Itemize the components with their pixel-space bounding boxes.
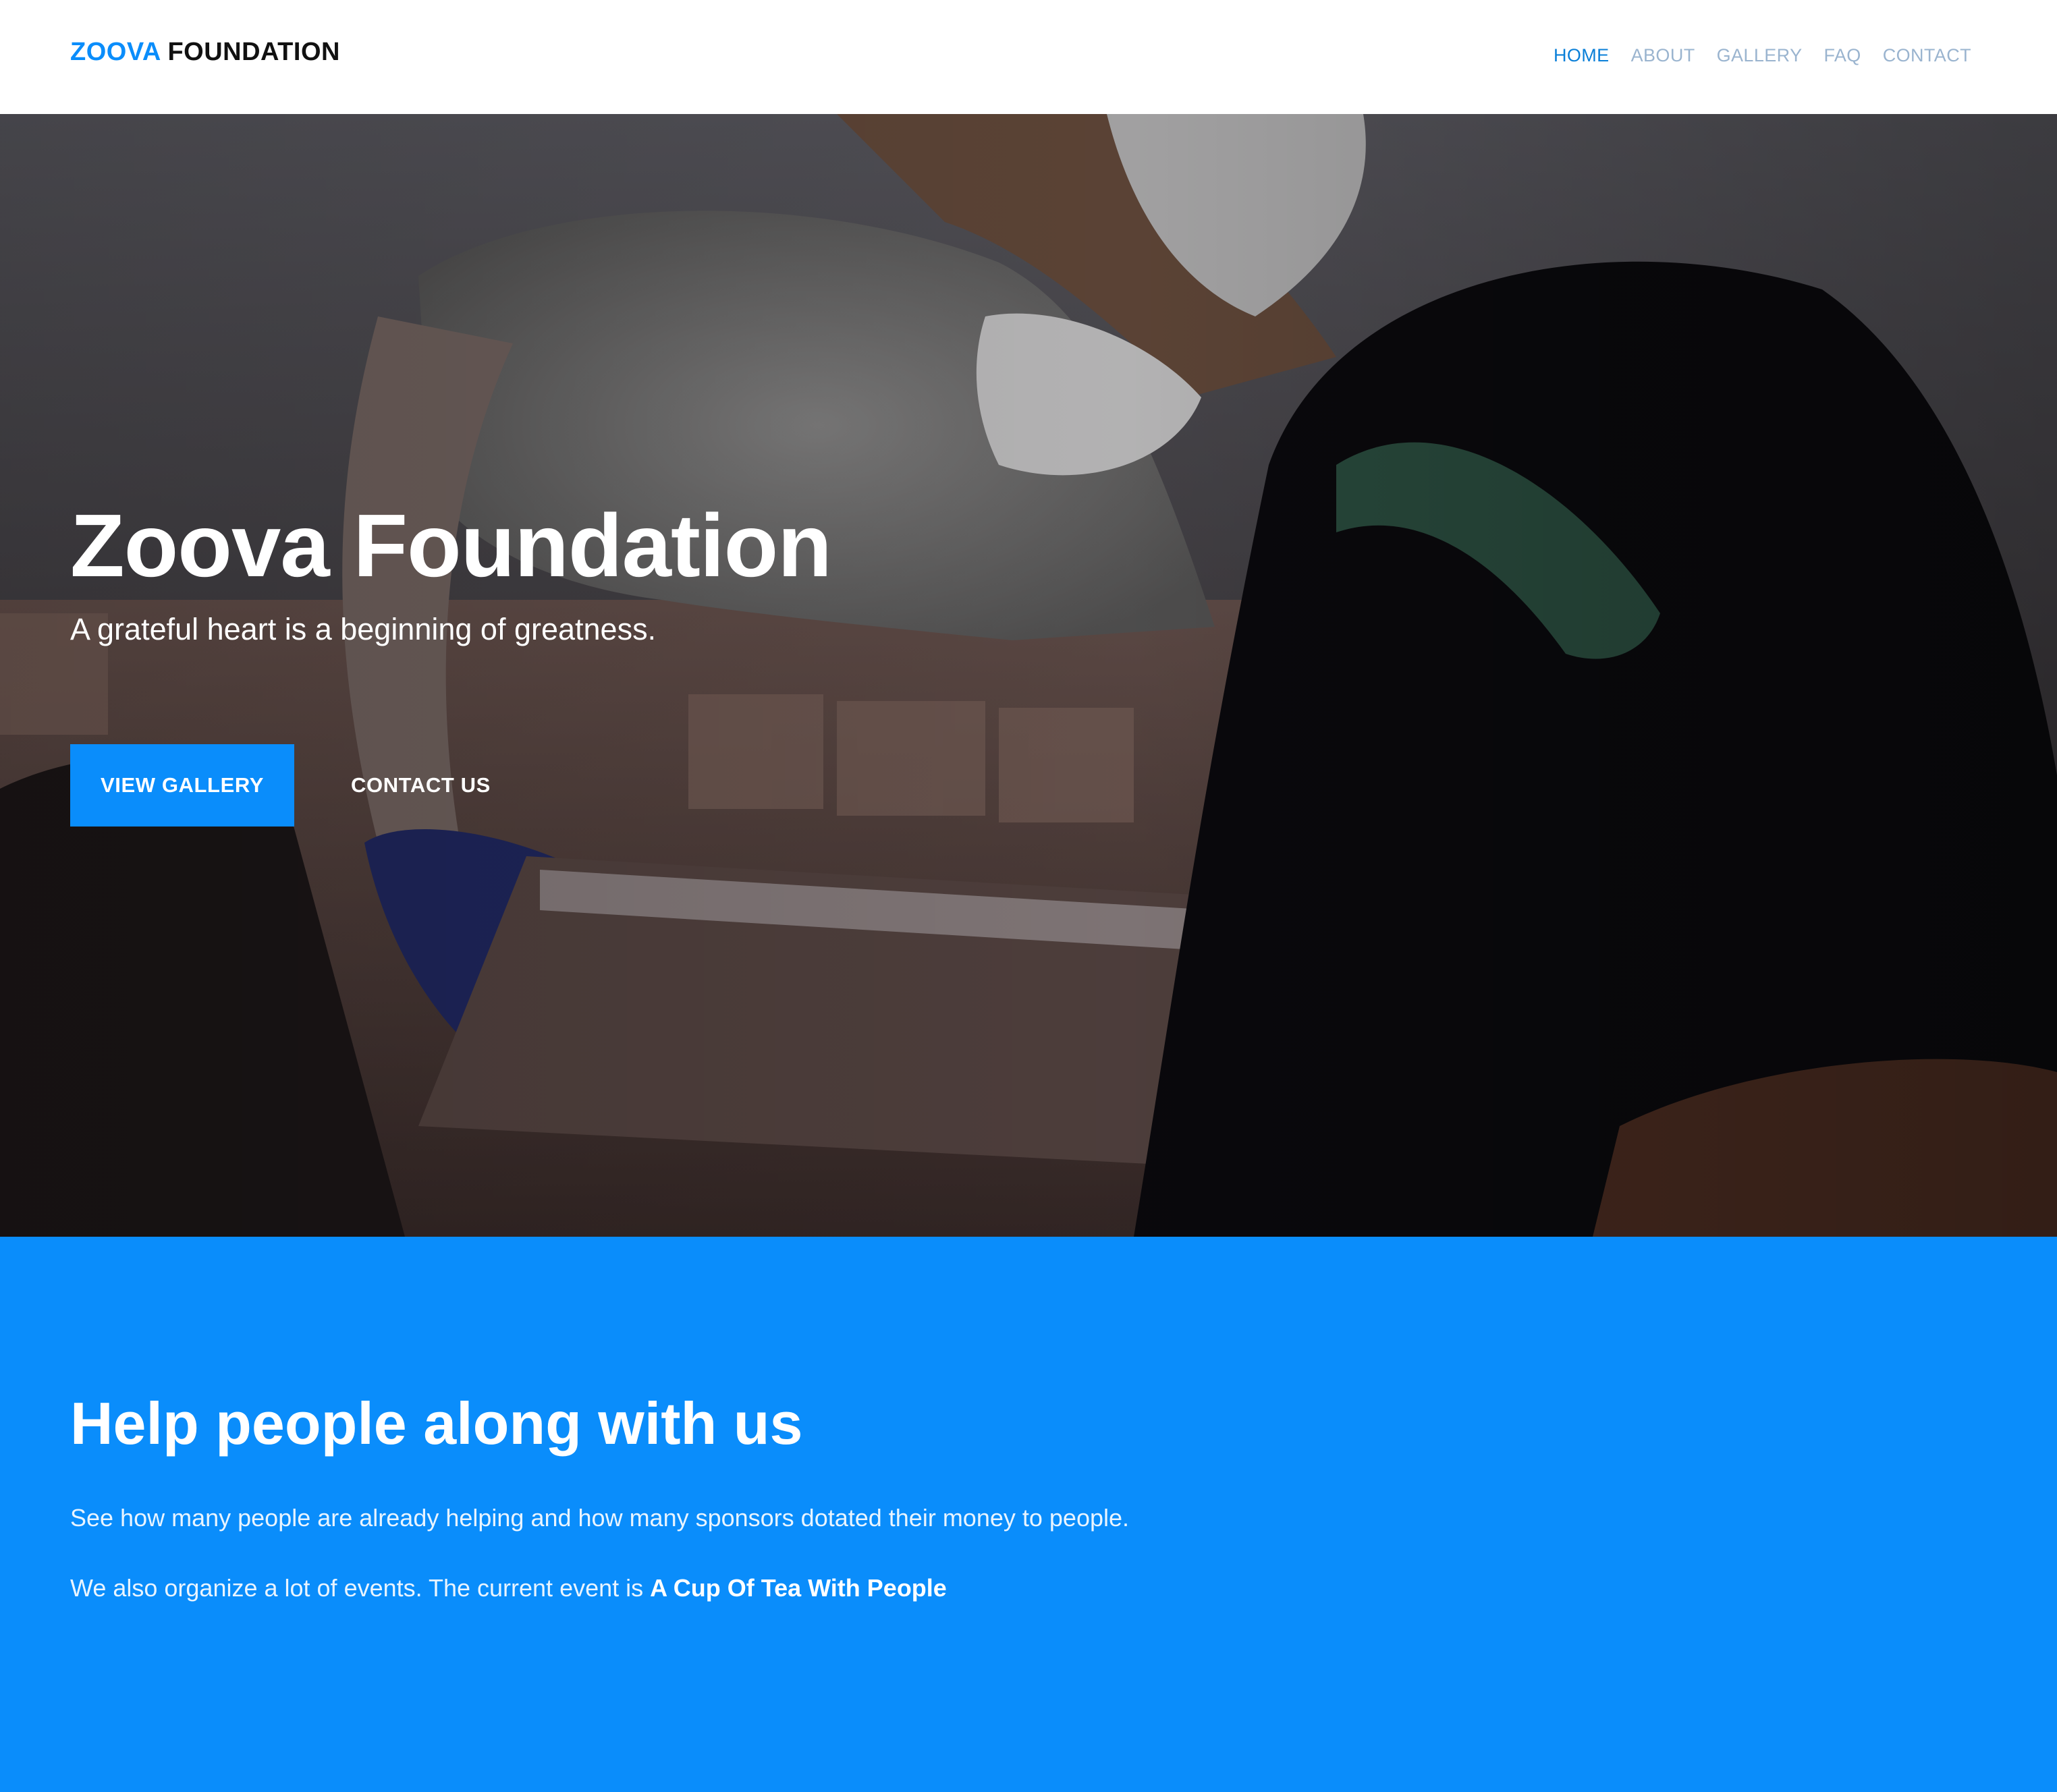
nav-link-gallery[interactable]: GALLERY	[1717, 42, 1803, 69]
brand-rest-text: FOUNDATION	[167, 38, 340, 66]
main-nav: HOME ABOUT GALLERY FAQ CONTACT	[1554, 42, 1971, 69]
navbar: ZOOVA FOUNDATION HOME ABOUT GALLERY FAQ …	[0, 0, 2057, 114]
view-gallery-button[interactable]: VIEW GALLERY	[70, 744, 294, 827]
current-event-name: A Cup Of Tea With People	[650, 1574, 947, 1602]
help-section-paragraph-2: We also organize a lot of events. The cu…	[70, 1571, 947, 1605]
hero-title: Zoova Foundation	[70, 496, 832, 595]
brand-logo[interactable]: ZOOVA FOUNDATION	[70, 35, 340, 69]
hero-actions: VIEW GALLERY CONTACT US	[70, 744, 1015, 827]
help-section-title: Help people along with us	[70, 1390, 803, 1457]
brand-accent-text: ZOOVA	[70, 38, 161, 66]
hero-subtitle: A grateful heart is a beginning of great…	[70, 612, 657, 646]
hero-section: Zoova Foundation A grateful heart is a b…	[0, 114, 2057, 1237]
help-section: Help people along with us See how many p…	[0, 1237, 2057, 1792]
help-section-paragraph-1: See how many people are already helping …	[70, 1504, 1130, 1532]
nav-link-faq[interactable]: FAQ	[1823, 42, 1861, 69]
nav-link-contact[interactable]: CONTACT	[1883, 42, 1971, 69]
hero-content: Zoova Foundation A grateful heart is a b…	[70, 492, 1015, 827]
help-section-paragraph-2-text: We also organize a lot of events. The cu…	[70, 1574, 651, 1602]
nav-link-home[interactable]: HOME	[1554, 42, 1610, 69]
nav-link-about[interactable]: ABOUT	[1631, 42, 1695, 69]
contact-us-button[interactable]: CONTACT US	[351, 773, 491, 797]
